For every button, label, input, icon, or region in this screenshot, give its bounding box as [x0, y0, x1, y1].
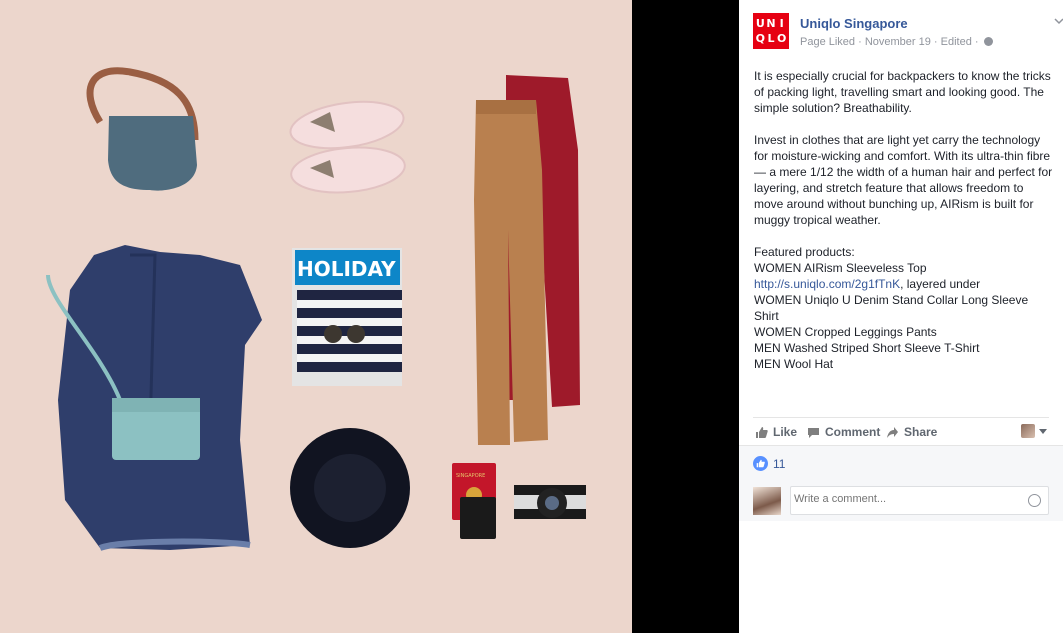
product-item: MEN Wool Hat	[754, 357, 834, 371]
reaction-summary[interactable]: 11	[753, 456, 785, 471]
share-icon	[887, 426, 898, 438]
flatlay-illustration: HOLIDAY SINGAPORE	[46, 67, 586, 551]
product-link[interactable]: http://s.uniqlo.com/2g1fTnK	[754, 277, 900, 291]
product-item: WOMEN AIRism Sleeveless Top	[754, 261, 927, 275]
logo-letter: Q	[755, 32, 765, 45]
post-meta: Page Liked · November 19 · Edited ·	[800, 36, 993, 48]
comments-section: 11	[739, 445, 1063, 521]
magazine-title: HOLIDAY	[297, 257, 396, 281]
post-meta-text: Page Liked · November 19 · Edited ·	[800, 36, 979, 48]
passport-text: SINGAPORE	[456, 473, 485, 479]
logo-letter: U	[755, 17, 765, 30]
featured-heading: Featured products:	[754, 245, 855, 259]
teal-shoulder-bag	[86, 67, 199, 191]
thumbs-up-icon	[756, 426, 768, 438]
product-link-line: http://s.uniqlo.com/2g1fTnK, layered und…	[754, 276, 1054, 292]
lightbox-background	[632, 0, 739, 633]
comment-icon	[808, 427, 819, 438]
page-name-link[interactable]: Uniqlo Singapore	[800, 16, 908, 31]
pink-sneakers	[289, 100, 406, 194]
comment-button[interactable]: Comment	[807, 425, 880, 439]
product-item: WOMEN Cropped Leggings Pants	[754, 325, 937, 339]
post-body: It is especially crucial for backpackers…	[754, 68, 1054, 372]
magazine: HOLIDAY	[292, 248, 402, 386]
post-paragraph: Invest in clothes that are light yet car…	[754, 133, 1053, 227]
featured-products: Featured products: WOMEN AIRism Sleevele…	[754, 244, 1054, 372]
actor-avatar[interactable]	[1021, 424, 1035, 438]
black-wallet	[460, 497, 496, 539]
post-photo[interactable]: HOLIDAY SINGAPORE	[0, 0, 632, 633]
logo-letter: O	[776, 32, 787, 45]
post-panel: U N I Q L O Uniqlo Singapore Page Liked …	[739, 0, 1063, 633]
share-label: Share	[904, 425, 938, 439]
action-bar: Like Comment Share	[753, 417, 1049, 445]
globe-icon	[983, 37, 993, 46]
comment-label: Comment	[825, 425, 881, 439]
post-paragraph: It is especially crucial for backpackers…	[754, 69, 1051, 115]
like-reaction-icon	[753, 456, 768, 471]
comment-box[interactable]	[790, 486, 1049, 515]
share-button[interactable]: Share	[886, 425, 937, 439]
product-link-suffix: , layered under	[900, 277, 981, 291]
film-camera	[514, 485, 586, 519]
emoji-icon[interactable]	[1028, 494, 1041, 507]
like-button[interactable]: Like	[755, 425, 797, 439]
denim-shirt	[58, 245, 262, 551]
like-label: Like	[773, 425, 798, 439]
reaction-count: 11	[773, 456, 786, 471]
logo-letter: L	[767, 32, 775, 45]
comment-input[interactable]	[794, 493, 1014, 505]
chevron-down-icon[interactable]	[1053, 15, 1063, 27]
uniqlo-logo[interactable]: U N I Q L O	[753, 13, 789, 49]
post-header: U N I Q L O Uniqlo Singapore Page Liked …	[753, 13, 1063, 53]
logo-letter: I	[779, 17, 784, 30]
caret-down-icon[interactable]	[1039, 429, 1047, 434]
black-wool-hat	[290, 428, 410, 548]
logo-letter: N	[766, 17, 776, 30]
product-item: WOMEN Uniqlo U Denim Stand Collar Long S…	[754, 293, 1029, 323]
product-item: MEN Washed Striped Short Sleeve T-Shirt	[754, 341, 980, 355]
commenter-avatar	[753, 487, 781, 515]
